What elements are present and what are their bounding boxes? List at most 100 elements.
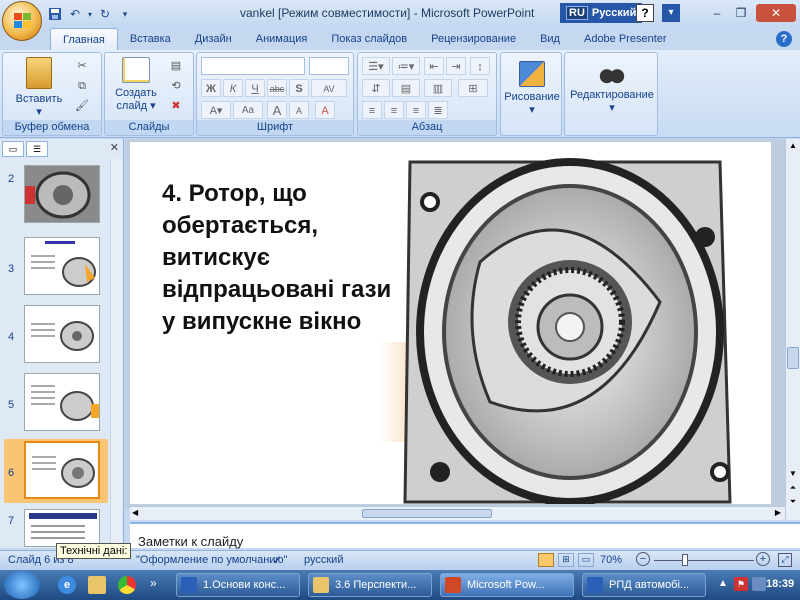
bullets-button[interactable]: ☰▾ bbox=[362, 57, 390, 75]
tab-design[interactable]: Дизайн bbox=[183, 28, 244, 50]
drawing-button[interactable]: Рисование ▾ bbox=[503, 57, 561, 117]
paste-button[interactable]: Вставить ▾ bbox=[9, 57, 69, 119]
bold-button[interactable]: Ж bbox=[201, 79, 221, 97]
panel-close-icon[interactable]: ✕ bbox=[110, 141, 119, 154]
taskbar-item[interactable]: 3.6 Перспекти... bbox=[308, 573, 432, 597]
help-icon[interactable]: ? bbox=[776, 31, 792, 47]
more-icon[interactable]: » bbox=[150, 576, 157, 590]
taskbar-item[interactable]: РПД автомобі... bbox=[582, 573, 706, 597]
format-painter-icon[interactable]: 🖌 bbox=[73, 97, 91, 115]
slide-thumbnail-selected[interactable]: 6 bbox=[4, 439, 108, 503]
minimize-button[interactable]: – bbox=[706, 4, 728, 22]
slide-thumbnail[interactable]: 7 bbox=[4, 507, 108, 547]
start-button[interactable] bbox=[4, 571, 40, 599]
shadow-button[interactable]: S bbox=[289, 79, 309, 97]
increase-indent-button[interactable]: ⇥ bbox=[446, 57, 466, 75]
align-text-button[interactable]: ▤ bbox=[392, 79, 420, 97]
zoom-in-icon[interactable]: + bbox=[756, 552, 770, 566]
font-name-combo[interactable] bbox=[201, 57, 305, 75]
scroll-left-icon[interactable]: ◀ bbox=[132, 508, 138, 517]
numbering-button[interactable]: ≔▾ bbox=[392, 57, 420, 75]
align-right-button[interactable]: ≡ bbox=[406, 101, 426, 119]
language-indicator[interactable]: RU Русский bbox=[560, 3, 643, 23]
taskbar-item-active[interactable]: Microsoft Pow... bbox=[440, 573, 574, 597]
language-status[interactable]: русский bbox=[304, 554, 343, 566]
char-spacing-button[interactable]: AV bbox=[311, 79, 347, 97]
chrome-icon[interactable] bbox=[118, 576, 136, 594]
zoom-level[interactable]: 70% bbox=[600, 554, 622, 566]
editing-button[interactable]: Редактирование ▾ bbox=[567, 57, 657, 115]
save-icon[interactable] bbox=[46, 5, 64, 23]
underline-button[interactable]: Ч bbox=[245, 79, 265, 97]
smartart-button[interactable]: ⊞ bbox=[458, 79, 488, 97]
font-color-button[interactable]: A▾ bbox=[201, 101, 231, 119]
columns-button[interactable]: ▥ bbox=[424, 79, 452, 97]
zoom-slider-track[interactable] bbox=[654, 560, 754, 561]
undo-dropdown-icon[interactable]: ▾ bbox=[86, 5, 94, 23]
copy-icon[interactable]: ⧉ bbox=[73, 77, 91, 95]
fit-to-window-icon[interactable]: ⤢ bbox=[778, 553, 792, 567]
align-center-button[interactable]: ≡ bbox=[384, 101, 404, 119]
action-center-icon[interactable]: ⚑ bbox=[734, 577, 748, 591]
tray-expand-icon[interactable]: ▲ bbox=[718, 578, 728, 589]
tab-insert[interactable]: Вставка bbox=[118, 28, 183, 50]
justify-button[interactable]: ≣ bbox=[428, 101, 448, 119]
tab-outline-view-icon[interactable]: ☰ bbox=[26, 141, 48, 157]
text-direction-button[interactable]: ⇵ bbox=[362, 79, 390, 97]
tab-slides-view-icon[interactable]: ▭ bbox=[2, 141, 24, 157]
strikethrough-button[interactable]: abc bbox=[267, 79, 287, 97]
reset-slide-icon[interactable]: ⟲ bbox=[167, 77, 185, 95]
tab-view[interactable]: Вид bbox=[528, 28, 572, 50]
clear-formatting-button[interactable]: A bbox=[315, 101, 335, 119]
tab-adobe-presenter[interactable]: Adobe Presenter bbox=[572, 28, 679, 50]
slide-thumbnail[interactable]: 5 bbox=[4, 371, 108, 435]
customize-qat-icon[interactable]: ▾ bbox=[116, 5, 134, 23]
office-button[interactable] bbox=[2, 1, 42, 41]
align-left-button[interactable]: ≡ bbox=[362, 101, 382, 119]
spellcheck-icon[interactable]: ✓ bbox=[272, 553, 282, 567]
zoom-slider-thumb[interactable] bbox=[682, 554, 688, 566]
scroll-down-icon[interactable]: ▼ bbox=[788, 469, 798, 478]
slide-thumbnail[interactable]: 4 bbox=[4, 303, 108, 367]
previous-slide-icon[interactable]: ⏶ bbox=[788, 483, 798, 493]
folder-icon[interactable] bbox=[88, 576, 106, 594]
slide-thumbnail[interactable]: 2 bbox=[4, 163, 108, 227]
horizontal-scrollbar[interactable]: ◀ ▶ bbox=[130, 506, 785, 520]
panel-scrollbar[interactable] bbox=[110, 159, 122, 544]
italic-button[interactable]: К bbox=[223, 79, 243, 97]
slide-sorter-icon[interactable]: ⊞ bbox=[558, 553, 574, 567]
grow-font-button[interactable]: A bbox=[267, 101, 287, 119]
language-options-icon[interactable]: ▾ bbox=[662, 4, 680, 22]
undo-icon[interactable]: ↶ bbox=[66, 5, 84, 23]
theme-name[interactable]: "Оформление по умолчанию" bbox=[136, 554, 288, 566]
vertical-scrollbar[interactable]: ▲ ▼ ⏶ ⏷ bbox=[785, 139, 800, 520]
hscroll-thumb[interactable] bbox=[362, 509, 492, 518]
close-button[interactable]: ✕ bbox=[756, 4, 796, 22]
help-question-icon[interactable]: ? bbox=[636, 4, 654, 22]
slide-thumbnail[interactable]: 3 bbox=[4, 235, 108, 299]
network-icon[interactable] bbox=[752, 577, 766, 591]
layout-icon[interactable]: ▤ bbox=[167, 57, 185, 75]
shrink-font-button[interactable]: A bbox=[289, 101, 309, 119]
clock[interactable]: 18:39 bbox=[766, 578, 794, 590]
change-case-button[interactable]: Aa bbox=[233, 101, 263, 119]
next-slide-icon[interactable]: ⏷ bbox=[788, 497, 798, 507]
new-slide-button[interactable]: Создать слайд ▾ bbox=[109, 57, 163, 113]
normal-view-icon[interactable] bbox=[538, 553, 554, 567]
tab-animation[interactable]: Анимация bbox=[244, 28, 320, 50]
scroll-thumb[interactable] bbox=[787, 347, 799, 369]
maximize-button[interactable]: ❐ bbox=[730, 4, 752, 22]
ie-icon[interactable]: e bbox=[58, 576, 76, 594]
taskbar-item[interactable]: 1.Основи конс... bbox=[176, 573, 300, 597]
decrease-indent-button[interactable]: ⇤ bbox=[424, 57, 444, 75]
redo-icon[interactable]: ↻ bbox=[96, 5, 114, 23]
zoom-out-icon[interactable]: − bbox=[636, 552, 650, 566]
tab-review[interactable]: Рецензирование bbox=[419, 28, 528, 50]
slideshow-icon[interactable]: ▭ bbox=[578, 553, 594, 567]
tab-slideshow[interactable]: Показ слайдов bbox=[319, 28, 419, 50]
cut-icon[interactable]: ✂ bbox=[73, 57, 91, 75]
tab-home[interactable]: Главная bbox=[50, 28, 118, 50]
notes-pane[interactable]: Заметки к слайду bbox=[130, 522, 800, 549]
line-spacing-button[interactable]: ↕ bbox=[470, 57, 490, 75]
scroll-right-icon[interactable]: ▶ bbox=[775, 508, 781, 517]
